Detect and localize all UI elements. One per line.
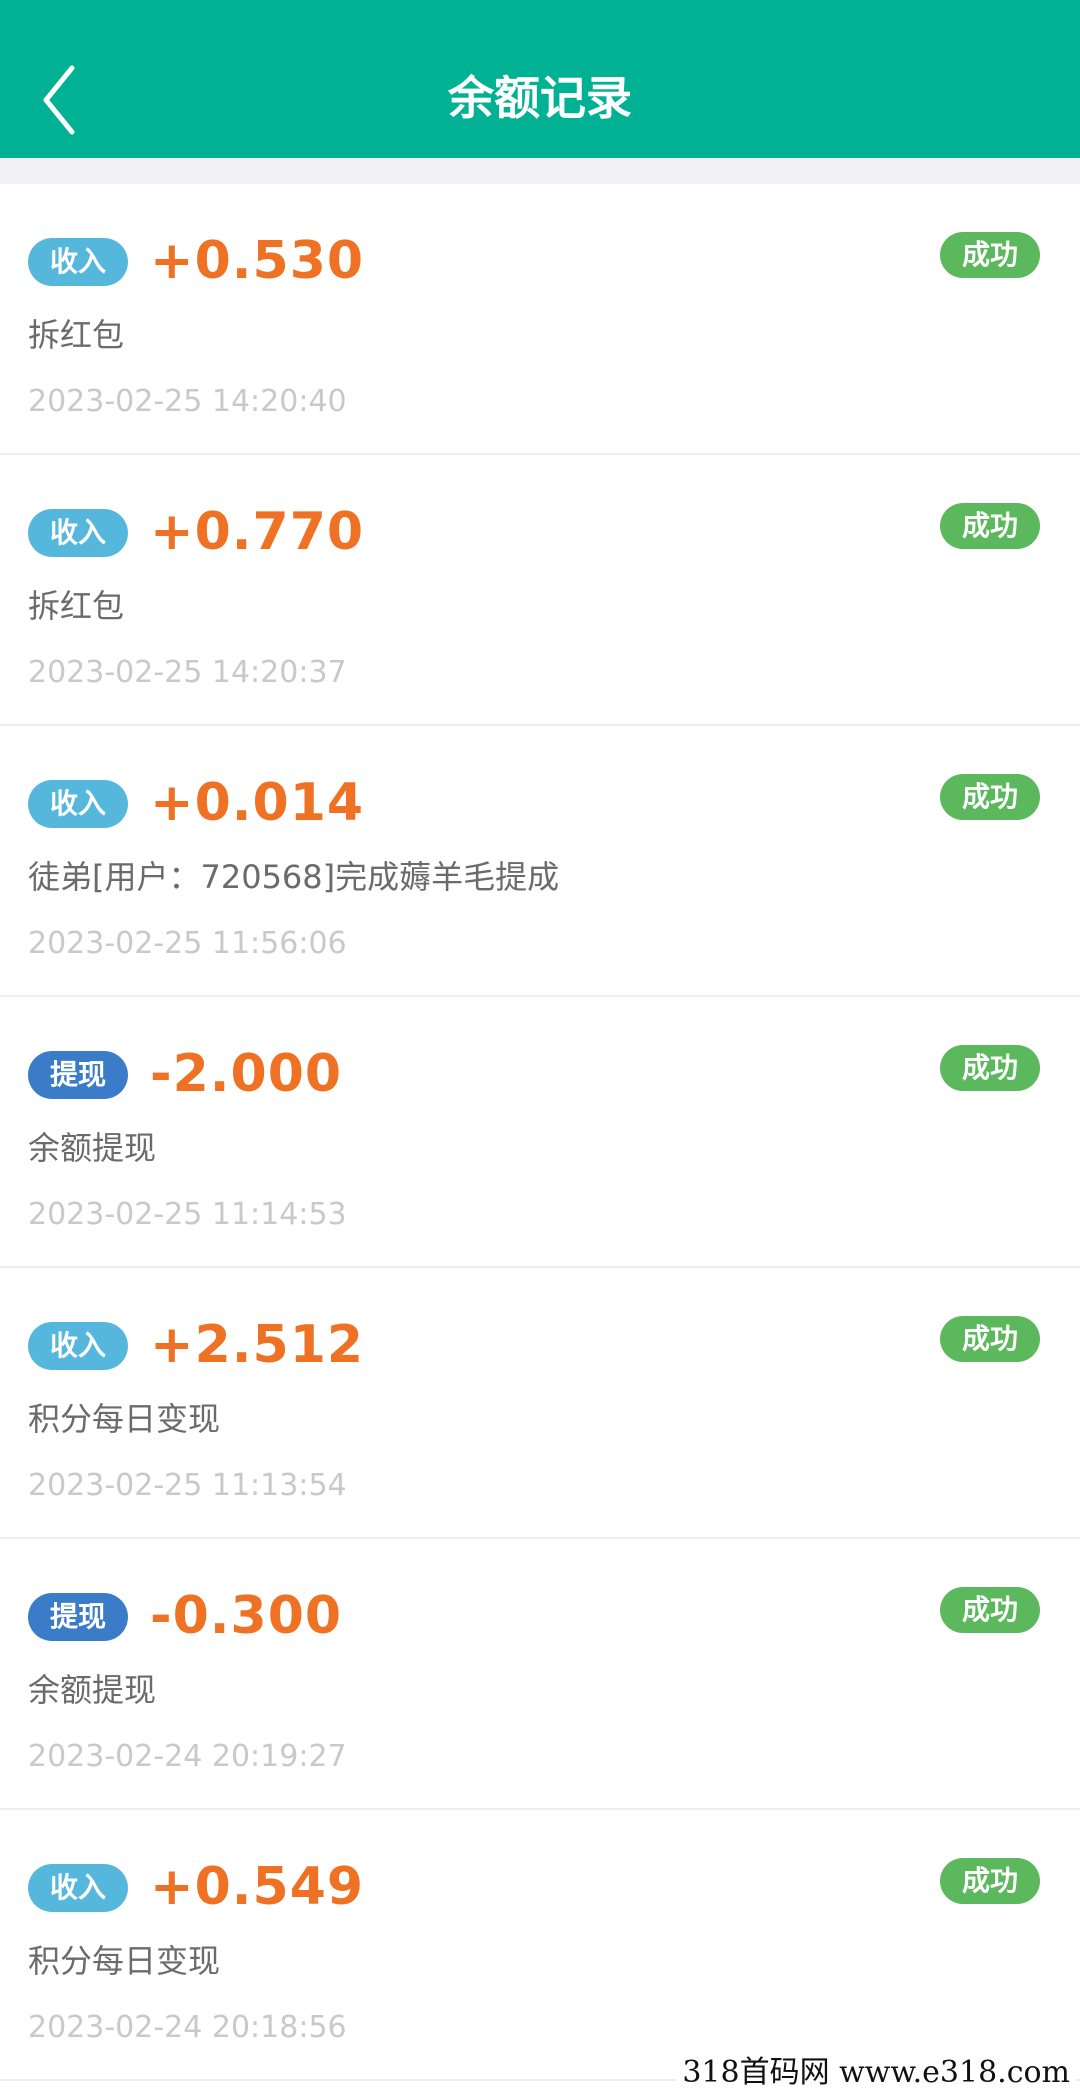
record-timestamp: 2023-02-24 20:19:27	[28, 1739, 347, 1774]
type-badge: 提现	[28, 1593, 128, 1641]
record-item[interactable]: 收入 +0.530 成功 拆红包 2023-02-25 14:20:40	[0, 184, 1080, 455]
record-item[interactable]: 收入 +0.014 成功 徒弟[用户：720568]完成薅羊毛提成 2023-0…	[0, 726, 1080, 997]
status-badge: 成功	[940, 1858, 1040, 1904]
record-timestamp: 2023-02-25 14:20:37	[28, 655, 347, 690]
status-badge: 成功	[940, 1316, 1040, 1362]
type-badge: 收入	[28, 1322, 128, 1370]
status-badge: 成功	[940, 503, 1040, 549]
type-badge: 收入	[28, 238, 128, 286]
type-badge: 收入	[28, 780, 128, 828]
record-description: 余额提现	[28, 1671, 157, 1709]
record-description: 积分每日变现	[28, 1942, 221, 1980]
site-watermark: 318首码网 www.e318.com	[676, 2050, 1076, 2096]
record-timestamp: 2023-02-25 11:56:06	[28, 926, 347, 961]
record-item[interactable]: 收入 +2.512 成功 积分每日变现 2023-02-25 11:13:54	[0, 1268, 1080, 1539]
amount: -2.000	[150, 1044, 343, 1104]
record-description: 余额提现	[28, 1129, 157, 1167]
record-description: 拆红包	[28, 587, 125, 625]
page-title: 余额记录	[448, 71, 632, 125]
status-badge: 成功	[940, 1045, 1040, 1091]
type-badge: 提现	[28, 1051, 128, 1099]
balance-record-list: 收入 +0.530 成功 拆红包 2023-02-25 14:20:40 收入 …	[0, 184, 1080, 2081]
type-badge: 收入	[28, 509, 128, 557]
amount: +0.530	[150, 231, 365, 291]
type-badge: 收入	[28, 1864, 128, 1912]
status-badge: 成功	[940, 1587, 1040, 1633]
amount: +0.770	[150, 502, 365, 562]
record-item[interactable]: 收入 +0.770 成功 拆红包 2023-02-25 14:20:37	[0, 455, 1080, 726]
app-header: 余额记录	[0, 0, 1080, 158]
status-badge: 成功	[940, 774, 1040, 820]
record-item[interactable]: 收入 +0.549 成功 积分每日变现 2023-02-24 20:18:56	[0, 1810, 1080, 2081]
amount: +0.549	[150, 1857, 365, 1917]
record-item[interactable]: 提现 -2.000 成功 余额提现 2023-02-25 11:14:53	[0, 997, 1080, 1268]
record-timestamp: 2023-02-25 11:13:54	[28, 1468, 347, 1503]
record-item[interactable]: 提现 -0.300 成功 余额提现 2023-02-24 20:19:27	[0, 1539, 1080, 1810]
record-description: 徒弟[用户：720568]完成薅羊毛提成	[28, 858, 560, 896]
record-timestamp: 2023-02-25 14:20:40	[28, 384, 347, 419]
status-badge: 成功	[940, 232, 1040, 278]
amount: +0.014	[150, 773, 365, 833]
record-timestamp: 2023-02-25 11:14:53	[28, 1197, 347, 1232]
amount: -0.300	[150, 1586, 343, 1646]
record-description: 拆红包	[28, 316, 125, 354]
record-description: 积分每日变现	[28, 1400, 221, 1438]
header-divider	[0, 158, 1080, 184]
record-timestamp: 2023-02-24 20:18:56	[28, 2010, 347, 2045]
amount: +2.512	[150, 1315, 365, 1375]
